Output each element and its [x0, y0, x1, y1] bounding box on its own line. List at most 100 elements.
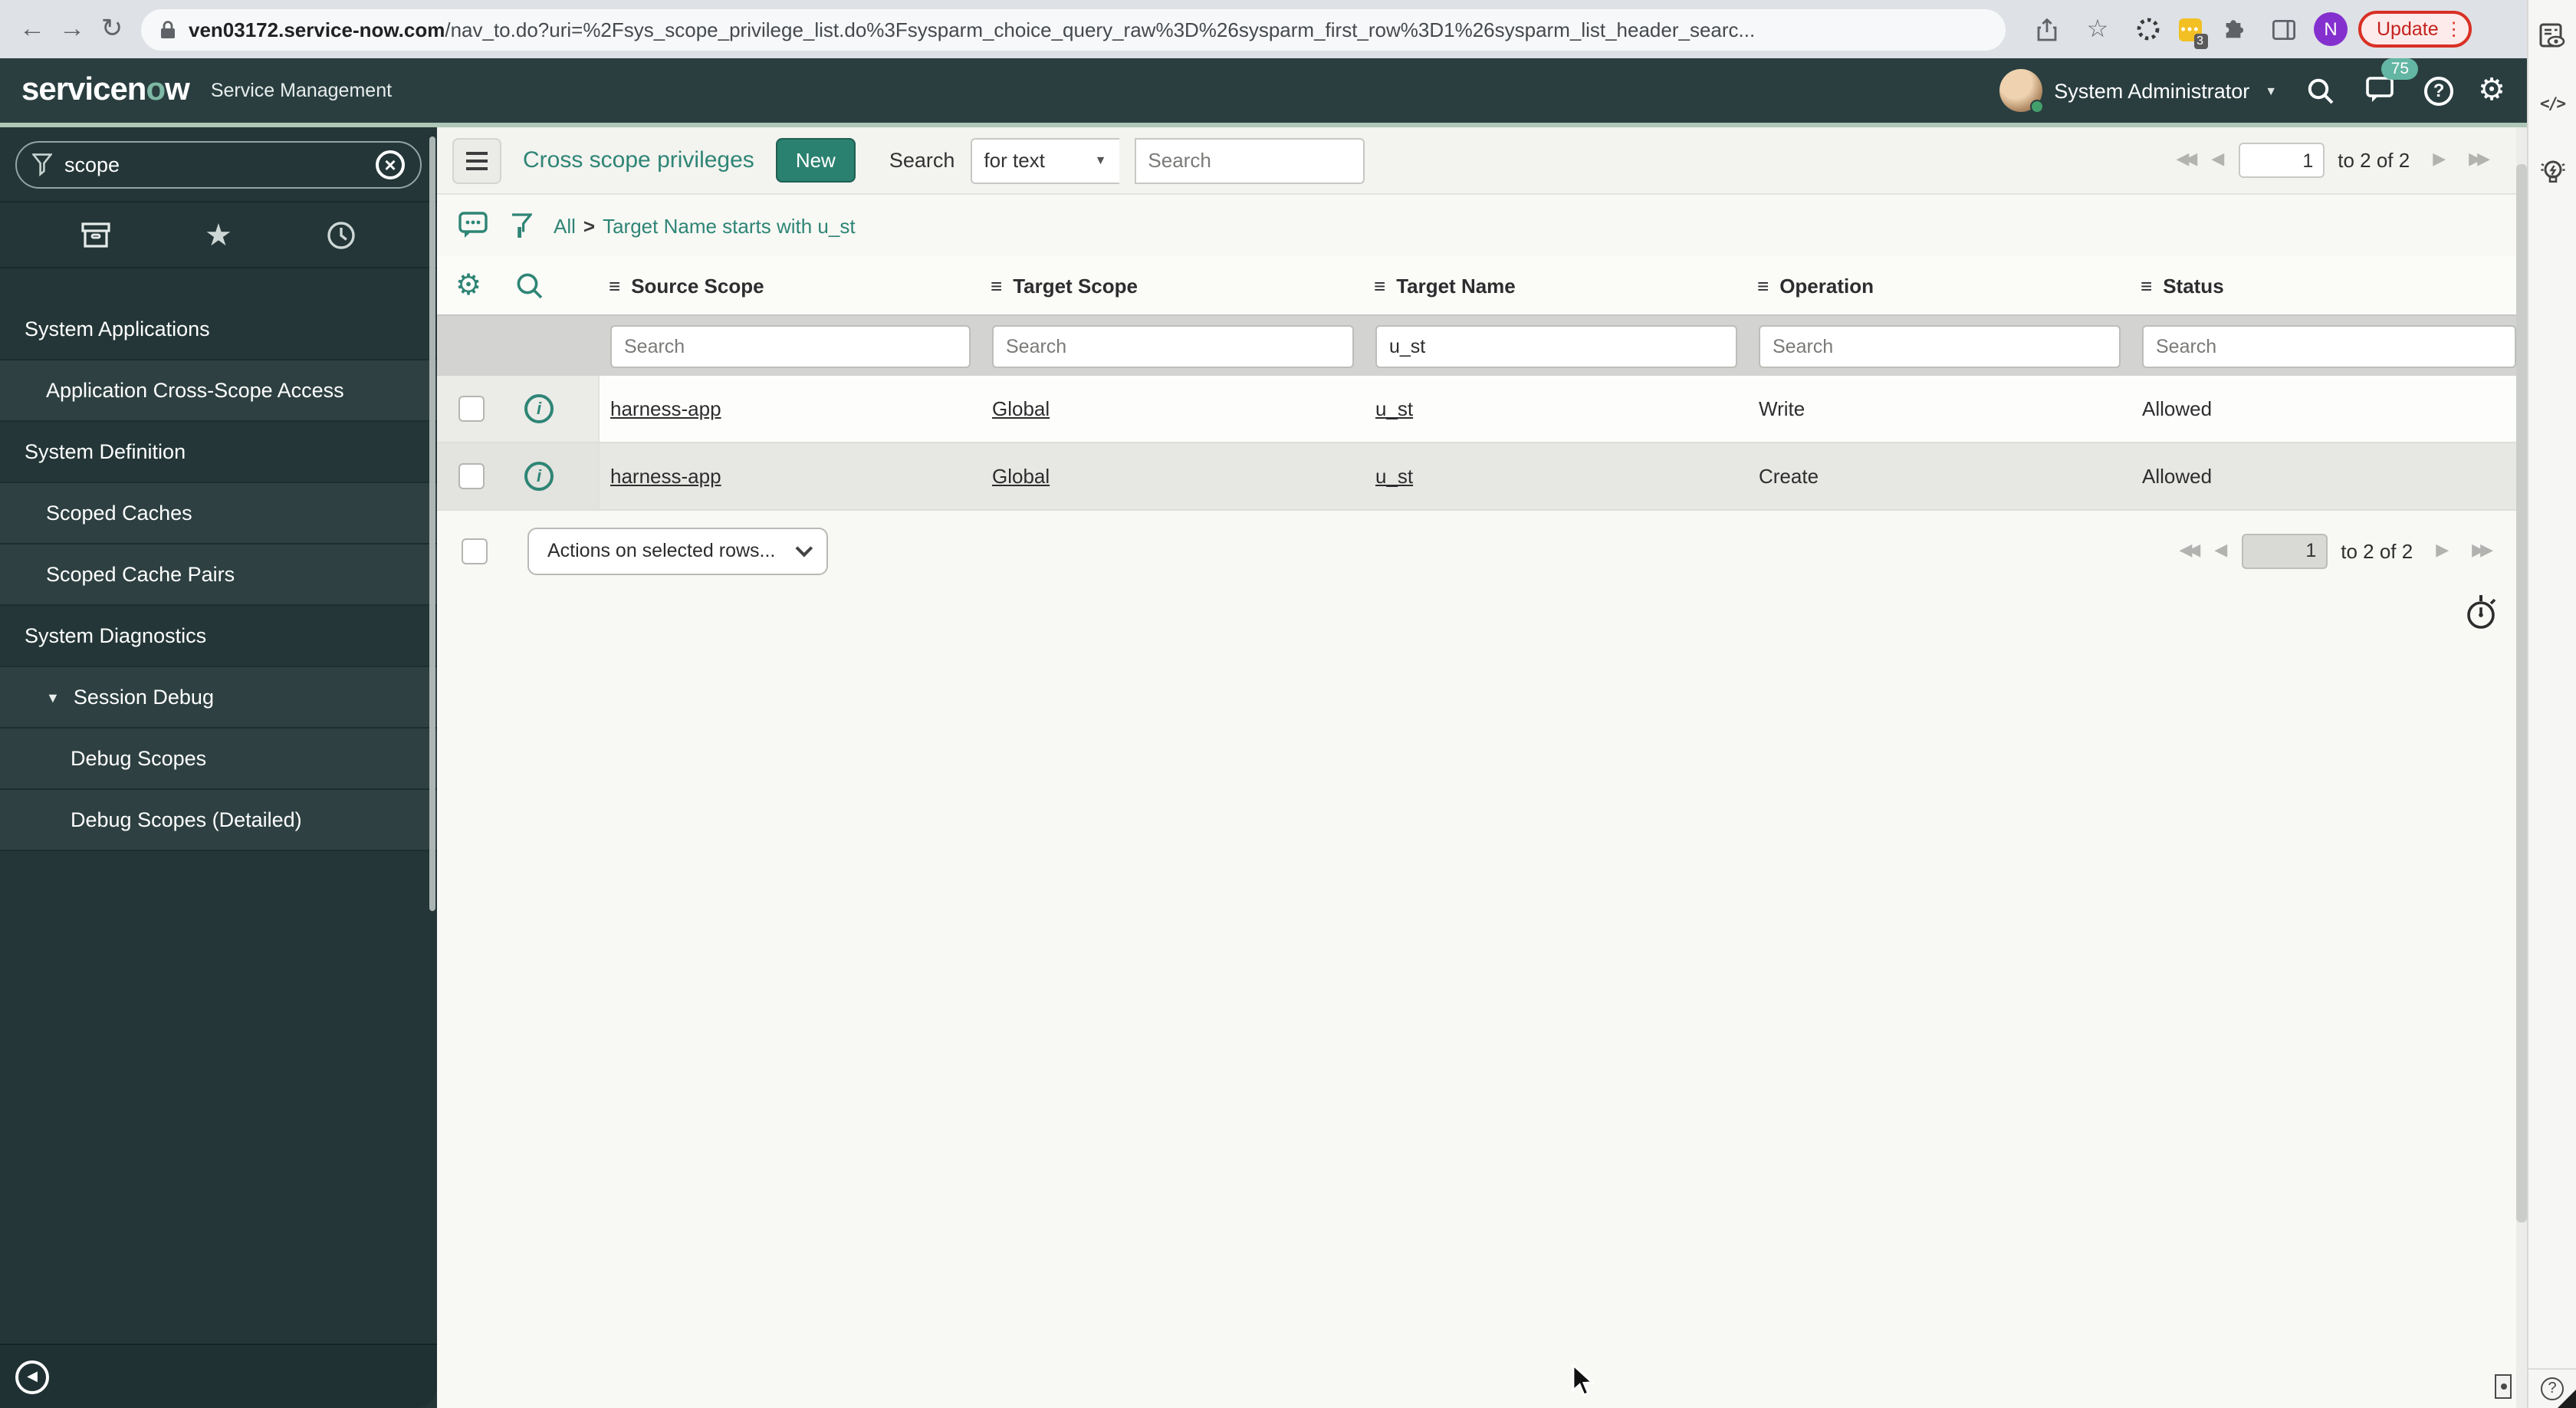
bookmark-star-icon[interactable]: ☆	[2078, 9, 2118, 49]
main-scrollbar-track[interactable]	[2516, 127, 2527, 1408]
sidebar-item[interactable]: Debug Scopes (Detailed)	[0, 790, 437, 851]
actions-on-selected-rows-select[interactable]: Actions on selected rows...	[527, 527, 828, 574]
sidebar-scrollbar[interactable]	[429, 137, 435, 911]
row-checkbox[interactable]	[458, 396, 485, 422]
row-checkbox[interactable]	[458, 463, 485, 489]
form-preview-icon[interactable]	[2537, 21, 2568, 52]
settings-gear-icon[interactable]: ⚙	[2478, 75, 2505, 106]
sidebar-item[interactable]: Scoped Caches	[0, 483, 437, 544]
column-menu-icon[interactable]: ≡	[609, 274, 620, 297]
breadcrumb: All > Target Name starts with u_st	[437, 195, 2527, 256]
cell-target-name[interactable]: u_st	[1365, 465, 1748, 488]
page-number-input[interactable]	[2238, 143, 2325, 178]
extensions-puzzle-icon[interactable]	[2213, 9, 2252, 49]
share-icon[interactable]	[2027, 9, 2067, 49]
side-panel-icon[interactable]	[2263, 9, 2303, 49]
favorites-tab-icon[interactable]: ★	[199, 215, 238, 255]
cell-target-scope[interactable]: Global	[981, 465, 1365, 488]
previous-page-button[interactable]: ◀	[2211, 151, 2224, 169]
column-search-toggle-icon[interactable]	[515, 271, 544, 300]
last-page-button[interactable]: ▶▶	[2469, 151, 2490, 169]
select-all-checkbox[interactable]	[462, 538, 488, 564]
servicenow-logo: servicenow	[21, 72, 190, 107]
column-filter-input-target-scope[interactable]	[992, 324, 1354, 367]
sidebar-item[interactable]: Debug Scopes	[0, 729, 437, 790]
global-search-icon[interactable]	[2302, 72, 2338, 109]
cell-target-name[interactable]: u_st	[1365, 397, 1748, 420]
column-menu-icon[interactable]: ≡	[991, 274, 1002, 297]
servicenow-banner: servicenow Service Management System Adm…	[0, 58, 2527, 127]
column-header-source-scope[interactable]: ≡ Source Scope	[600, 274, 981, 297]
list-personalize-gear-icon[interactable]: ⚙	[455, 271, 481, 300]
extension-icon[interactable]: ••• 3	[2179, 18, 2208, 48]
table-body: i harness-app Global u_st Write Allowed i harne…	[437, 376, 2527, 511]
mouse-cursor	[1572, 1364, 1595, 1396]
next-page-button[interactable]: ▶	[2436, 541, 2449, 559]
column-filter-input-status[interactable]	[2142, 324, 2516, 367]
expand-caret-icon[interactable]: ▼	[46, 689, 60, 705]
list-search-input[interactable]	[1134, 137, 1365, 183]
suggestion-bulb-icon[interactable]	[2537, 156, 2568, 187]
column-filter-input-operation[interactable]	[1759, 324, 2121, 367]
column-header-operation[interactable]: ≡ Operation	[1748, 274, 2131, 297]
collapse-navigator-icon[interactable]: ◀	[15, 1360, 49, 1393]
sidebar-item[interactable]: ▼ Session Debug	[0, 667, 437, 729]
history-tab-icon[interactable]	[322, 215, 362, 255]
user-avatar[interactable]	[1999, 69, 2044, 113]
browser-update-button[interactable]: Update ⋮	[2358, 11, 2472, 48]
column-header-target-scope[interactable]: ≡ Target Scope	[981, 274, 1365, 297]
browser-profile-avatar[interactable]: N	[2314, 12, 2348, 46]
sidebar-item[interactable]: Application Cross-Scope Access	[0, 360, 437, 422]
breadcrumb-all-link[interactable]: All	[554, 214, 576, 237]
all-applications-tab-icon[interactable]	[75, 215, 115, 255]
column-menu-icon[interactable]: ≡	[1757, 274, 1769, 297]
cell-target-scope[interactable]: Global	[981, 397, 1365, 420]
scroll-corner-widget[interactable]	[2495, 1374, 2512, 1399]
cell-source-scope[interactable]: harness-app	[600, 465, 981, 488]
conversations-icon[interactable]: 75	[2363, 58, 2419, 109]
column-header-target-name[interactable]: ≡ Target Name	[1365, 274, 1748, 297]
list-comments-icon[interactable]	[458, 212, 489, 239]
list-context-menu-icon[interactable]	[452, 137, 501, 183]
browser-back-button[interactable]: ←	[12, 9, 52, 49]
response-time-stopwatch-icon[interactable]	[2466, 594, 2499, 630]
loading-extension-icon[interactable]	[2128, 9, 2168, 49]
list-title[interactable]: Cross scope privileges	[523, 147, 754, 173]
new-button[interactable]: New	[775, 138, 856, 183]
column-filter-input-source-scope[interactable]	[610, 324, 971, 367]
browser-reload-button[interactable]: ↻	[92, 9, 132, 49]
filter-funnel-icon	[32, 153, 52, 176]
application-window: ← → ↻ ven03172.service-now.com/nav_to.do…	[0, 0, 2576, 1408]
navigator-filter-input[interactable]: scope ×	[15, 141, 422, 189]
list-view: Cross scope privileges New Search for te…	[437, 127, 2527, 1408]
xml-code-icon[interactable]: </>	[2537, 89, 2568, 120]
browser-forward-button[interactable]: →	[52, 9, 92, 49]
first-page-button[interactable]: ◀◀	[2179, 541, 2200, 559]
breadcrumb-condition-link[interactable]: Target Name starts with u_st	[603, 214, 855, 237]
page-number-input[interactable]	[2241, 533, 2328, 568]
cell-source-scope[interactable]: harness-app	[600, 397, 981, 420]
search-label: Search	[889, 149, 955, 172]
help-icon[interactable]: ?	[2424, 76, 2454, 105]
sidebar-section-header: System Diagnostics	[0, 606, 437, 667]
sidebar-item[interactable]: Scoped Cache Pairs	[0, 544, 437, 606]
last-page-button[interactable]: ▶▶	[2472, 541, 2493, 559]
column-header-status[interactable]: ≡ Status	[2131, 274, 2527, 297]
main-scrollbar-thumb[interactable]	[2516, 164, 2527, 1222]
nav-label: System Diagnostics	[25, 624, 207, 647]
column-menu-icon[interactable]: ≡	[2141, 274, 2152, 297]
first-page-button[interactable]: ◀◀	[2176, 151, 2197, 169]
search-type-select[interactable]: for text ▼	[970, 137, 1119, 183]
address-bar[interactable]: ven03172.service-now.com/nav_to.do?uri=%…	[141, 8, 2006, 50]
breadcrumb-filter-icon[interactable]	[511, 212, 532, 239]
clear-filter-icon[interactable]: ×	[376, 150, 405, 179]
next-page-button[interactable]: ▶	[2433, 151, 2446, 169]
column-filter-input-target-name[interactable]	[1375, 324, 1737, 367]
previous-page-button[interactable]: ◀	[2214, 541, 2227, 559]
column-menu-icon[interactable]: ≡	[1374, 274, 1385, 297]
nav-label: Application Cross-Scope Access	[46, 379, 344, 402]
user-menu[interactable]: System Administrator ▼	[1999, 69, 2277, 113]
record-info-icon[interactable]: i	[524, 394, 554, 423]
browser-menu-icon[interactable]: ⋮	[2445, 20, 2463, 38]
record-info-icon[interactable]: i	[524, 462, 554, 491]
